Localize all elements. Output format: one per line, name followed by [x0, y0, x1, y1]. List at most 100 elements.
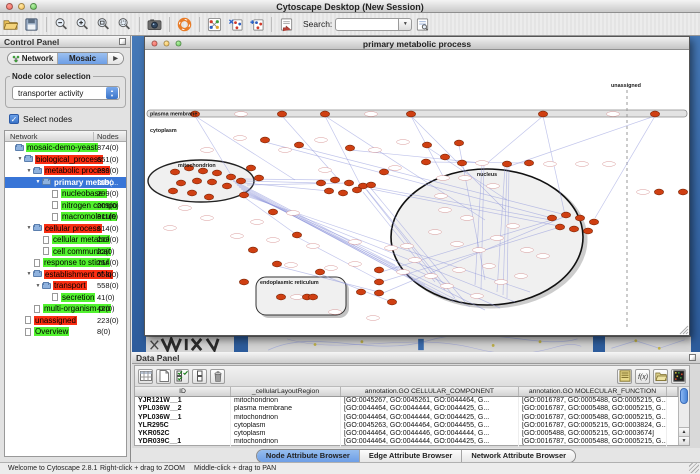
- file-icon: [52, 201, 58, 209]
- select-attributes-button[interactable]: [174, 369, 189, 384]
- file-icon: [25, 328, 31, 336]
- attribute-table-button[interactable]: [138, 369, 153, 384]
- tree-row[interactable]: ▼cellular process614(0): [5, 223, 126, 235]
- table-scrollbar[interactable]: ▲ ▼: [678, 387, 689, 445]
- vizmap-button[interactable]: [278, 16, 295, 33]
- network-canvas[interactable]: plasma membranecytoplasmmitochondrionnuc…: [145, 50, 689, 335]
- tree-node-count: 22(0): [97, 247, 115, 256]
- tree-row[interactable]: macromolecule311(0): [5, 211, 126, 223]
- open-file-button[interactable]: [2, 16, 19, 33]
- tree-row[interactable]: ▼primary metabo209(...: [5, 177, 126, 189]
- tab-network[interactable]: Network: [8, 53, 58, 64]
- expand-arrow[interactable]: ▼: [16, 156, 24, 162]
- tree-row[interactable]: secretion41(0): [5, 292, 126, 304]
- table-cell: YDR039C__1: [135, 438, 231, 446]
- network-overview-icon: [207, 17, 222, 32]
- table-column-header[interactable]: [667, 387, 678, 396]
- select-attributes-icon: [176, 370, 188, 382]
- expand-arrow[interactable]: ▼: [34, 283, 42, 289]
- table-header-row[interactable]: ID_cellularLayoutRegionannotation.GO CEL…: [135, 387, 689, 397]
- matrix-button[interactable]: [671, 369, 686, 384]
- search-input[interactable]: [335, 18, 399, 31]
- expand-arrow[interactable]: ▼: [25, 225, 33, 231]
- tab-mosaic[interactable]: Mosaic: [58, 53, 108, 64]
- zoom-out-button[interactable]: [53, 16, 70, 33]
- scroll-up-arrow[interactable]: ▲: [679, 427, 689, 436]
- formula-icon: f(x): [637, 370, 649, 382]
- tree-row[interactable]: cellular metabol209(0): [5, 234, 126, 246]
- table-column-header[interactable]: _cellularLayoutRegion: [231, 387, 341, 396]
- tree-row[interactable]: cell communicat22(0): [5, 246, 126, 258]
- tab-node-attribute-browser[interactable]: Node Attribute Browser: [257, 450, 360, 462]
- tree-row[interactable]: ▼biological_process651(0): [5, 154, 126, 166]
- attribute-table[interactable]: ID_cellularLayoutRegionannotation.GO CEL…: [135, 387, 689, 445]
- zoom-in-button[interactable]: [74, 16, 91, 33]
- tab-overflow-button[interactable]: ▶: [108, 53, 123, 64]
- tab-edge-attribute-browser[interactable]: Edge Attribute Browser: [360, 450, 462, 462]
- tree-row[interactable]: nucleobase-209(0): [5, 188, 126, 200]
- attribute-list-button[interactable]: [617, 369, 632, 384]
- table-row[interactable]: YDR039C__1mitochondrion[GO:0044464, GO:0…: [135, 438, 689, 446]
- formula-button[interactable]: f(x): [635, 369, 650, 384]
- network-tree-rows: mosaic-demo-yeast874(0)▼biological_proce…: [5, 142, 126, 338]
- import-attributes-button[interactable]: [653, 369, 668, 384]
- tree-row[interactable]: ▼metabolic process280(0): [5, 165, 126, 177]
- search-options-button[interactable]: [414, 16, 431, 33]
- resize-grip[interactable]: [689, 463, 699, 473]
- table-row[interactable]: YPL036W__2plasma membrane[GO:0044464, GO…: [135, 405, 689, 413]
- float-panel-icon[interactable]: [119, 38, 126, 45]
- tree-row[interactable]: multi-organism pro42(0): [5, 303, 126, 315]
- save-icon: [24, 17, 39, 32]
- network-canvas-svg[interactable]: plasma membranecytoplasmmitochondrionnuc…: [145, 50, 689, 335]
- help-button[interactable]: [176, 16, 193, 33]
- save-button[interactable]: [23, 16, 40, 33]
- tree-node-count: 209(0): [97, 235, 119, 244]
- tree-header[interactable]: Network Nodes: [5, 131, 126, 142]
- table-column-header[interactable]: annotation.GO MOLECULAR_FUNCTION: [519, 387, 667, 396]
- search-dropdown-button[interactable]: ▼: [399, 18, 412, 31]
- zoom-region-button[interactable]: [95, 16, 112, 33]
- tree-column-nodes: Nodes: [93, 132, 119, 141]
- table-column-header[interactable]: ID: [135, 387, 231, 396]
- node-color-dropdown[interactable]: transporter activity ▴▾: [12, 86, 120, 100]
- expand-arrow[interactable]: ▼: [25, 168, 33, 174]
- new-attribute-button[interactable]: [156, 369, 171, 384]
- tab-network-attribute-browser[interactable]: Network Attribute Browser: [462, 450, 575, 462]
- table-row[interactable]: YLR295Ccytoplasm[GO:0045263, GO:0044464,…: [135, 422, 689, 430]
- table-row[interactable]: YKR052Ccytoplasm[GO:0044464, GO:0044446,…: [135, 430, 689, 438]
- unselect-attributes-button[interactable]: [192, 369, 207, 384]
- window-titlebar[interactable]: Cytoscape Desktop (New Session): [0, 0, 700, 13]
- tree-row[interactable]: ▼establishment of lo558(0): [5, 269, 126, 281]
- file-icon: [25, 316, 31, 324]
- table-column-header[interactable]: annotation.GO CELLULAR_COMPONENT: [341, 387, 519, 396]
- network-view-window[interactable]: primary metabolic process plasma membran…: [144, 36, 690, 336]
- table-cell: YKR052C: [135, 430, 231, 438]
- expand-arrow[interactable]: ▼: [34, 179, 42, 185]
- file-icon: [52, 213, 58, 221]
- scrollbar-thumb[interactable]: [680, 388, 688, 404]
- destroy-network-button[interactable]: [227, 16, 244, 33]
- table-row[interactable]: YPL036W__1mitochondrion[GO:0044464, GO:0…: [135, 414, 689, 422]
- tree-row[interactable]: response to stimul264(0): [5, 257, 126, 269]
- table-row[interactable]: YJR121W__1mitochondrion[GO:0045267, GO:0…: [135, 397, 689, 405]
- tree-row[interactable]: nitrogen compo209(0): [5, 200, 126, 212]
- tree-row[interactable]: Overview8(0): [5, 326, 126, 338]
- file-icon: [43, 247, 49, 255]
- tree-row[interactable]: ▼transport558(0): [5, 280, 126, 292]
- table-cell: plasma membrane: [231, 405, 341, 413]
- tree-row[interactable]: unassigned223(0): [5, 315, 126, 327]
- network-overview-button[interactable]: [206, 16, 223, 33]
- scroll-down-arrow[interactable]: ▼: [679, 436, 689, 445]
- network-window-titlebar[interactable]: primary metabolic process: [145, 37, 689, 50]
- tree-indent: [5, 331, 16, 332]
- float-panel-icon[interactable]: [689, 354, 696, 361]
- zoom-fit-button[interactable]: [116, 16, 133, 33]
- window-title: Cytoscape Desktop (New Session): [0, 2, 700, 12]
- snapshot-button[interactable]: [146, 16, 163, 33]
- expand-arrow[interactable]: ▼: [25, 271, 33, 277]
- select-nodes-checkbox[interactable]: ✓: [9, 114, 19, 124]
- tree-row[interactable]: mosaic-demo-yeast874(0): [5, 142, 126, 154]
- create-network-button[interactable]: [248, 16, 265, 33]
- delete-attribute-button[interactable]: [210, 369, 225, 384]
- background-window-fragment: [146, 336, 234, 352]
